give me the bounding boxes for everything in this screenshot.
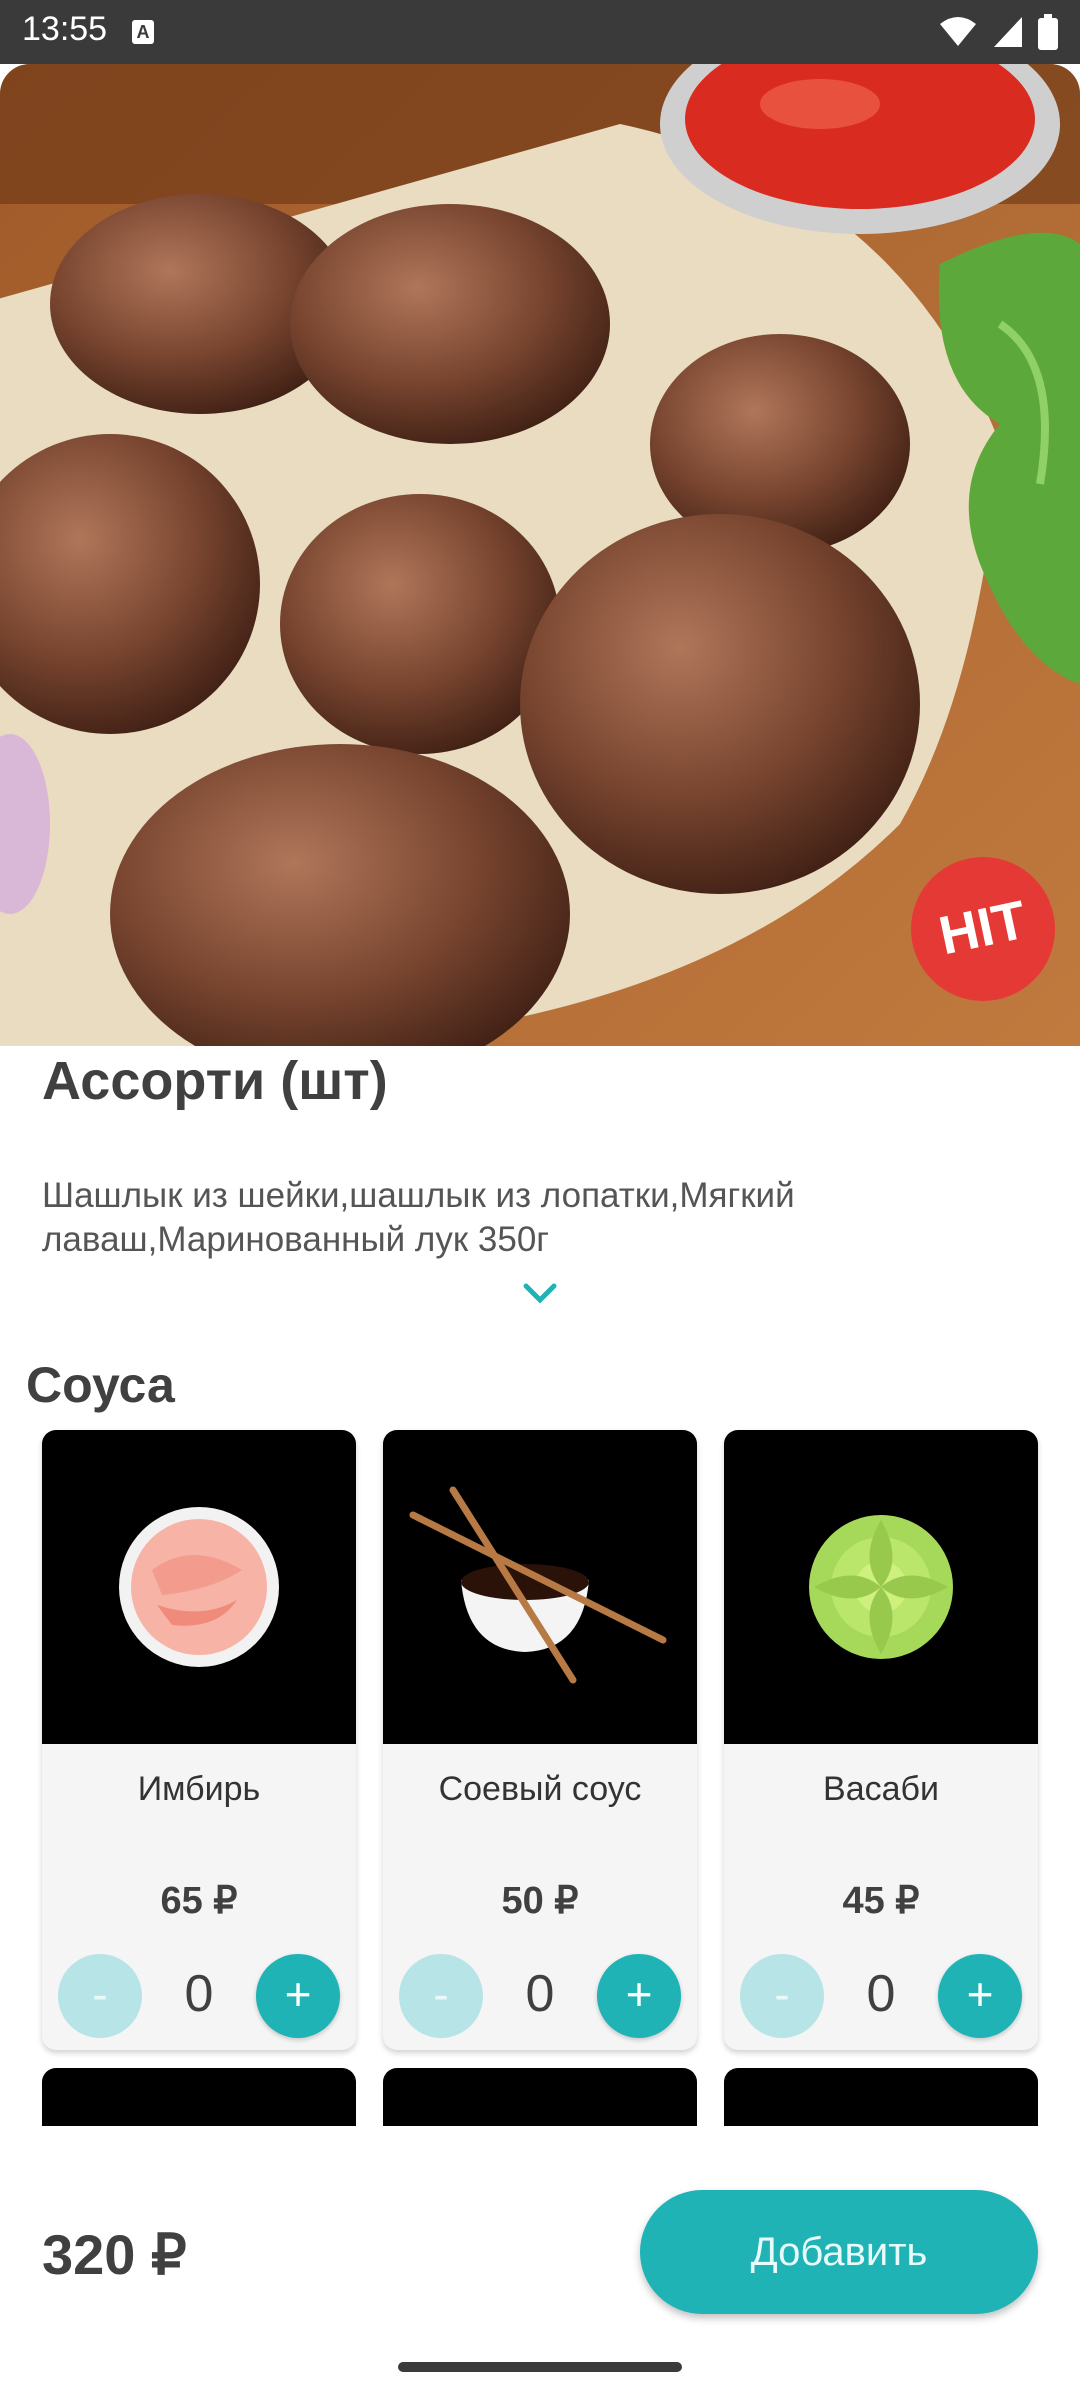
section-title-sauces: Соуса xyxy=(26,1357,175,1413)
notification-icon: A xyxy=(132,20,154,44)
sauce-price: 45 ₽ xyxy=(842,1880,920,1922)
total-price: 320 ₽ xyxy=(42,2223,187,2286)
increase-button[interactable]: + xyxy=(597,1954,681,2038)
product-description: Шашлык из шейки,шашлык из лопатки,Мягкий… xyxy=(42,1176,795,1259)
sauce-name: Имбирь xyxy=(137,1770,261,1808)
soy-sauce-image xyxy=(383,1430,697,1744)
add-to-cart-button[interactable]: Добавить xyxy=(640,2190,1038,2314)
status-icons xyxy=(938,14,1058,50)
sauce-name: Соевый соус xyxy=(438,1770,642,1808)
increase-button[interactable]: + xyxy=(256,1954,340,2038)
sauce-card: Соевый соус 50 ₽ - 0 + xyxy=(383,1430,697,2050)
signal-icon xyxy=(994,17,1022,47)
product-image: HIT xyxy=(0,64,1080,1046)
sauce-price: 65 ₽ xyxy=(160,1880,238,1922)
status-time: 13:55 xyxy=(22,10,108,48)
chevron-down-icon[interactable] xyxy=(522,1282,558,1306)
hit-badge: HIT xyxy=(911,857,1055,1001)
wifi-icon xyxy=(940,17,976,46)
home-indicator[interactable] xyxy=(398,2362,682,2372)
sauce-price: 50 ₽ xyxy=(501,1880,579,1922)
sauce-card: Имбирь 65 ₽ - 0 + xyxy=(42,1430,356,2050)
sauce-card-partial[interactable] xyxy=(383,2068,697,2128)
wasabi-image xyxy=(724,1430,1038,1744)
battery-icon xyxy=(1038,14,1058,50)
ginger-image xyxy=(42,1430,356,1744)
sauce-name: Васаби xyxy=(823,1770,939,1808)
sauce-card-partial[interactable] xyxy=(724,2068,1038,2128)
status-bar: 13:55 A xyxy=(0,0,1080,64)
increase-button[interactable]: + xyxy=(938,1954,1022,2038)
product-title: Ассорти (шт) xyxy=(42,1051,388,1111)
sauce-card: Васаби 45 ₽ - 0 + xyxy=(724,1430,1038,2050)
sauce-card-partial[interactable] xyxy=(42,2068,356,2128)
